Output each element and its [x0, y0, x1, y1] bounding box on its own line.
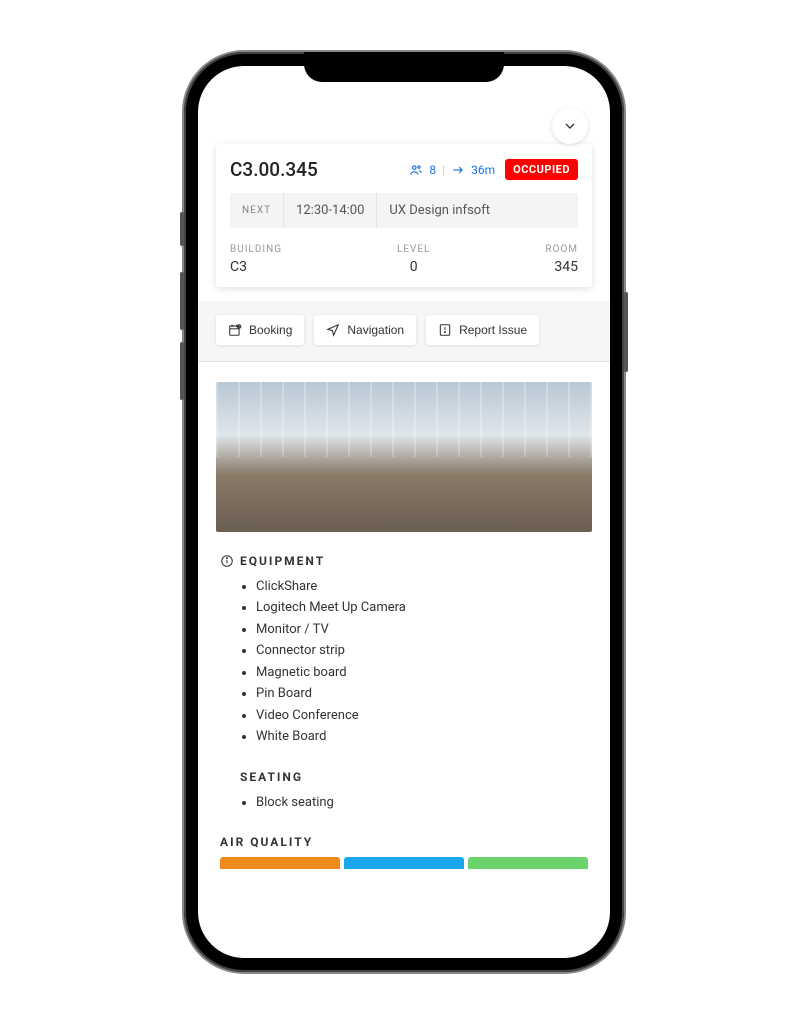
list-item: White Board: [256, 726, 588, 747]
equipment-section: EQUIPMENT ClickShare Logitech Meet Up Ca…: [216, 554, 592, 748]
list-item: Video Conference: [256, 705, 588, 726]
booking-button[interactable]: Booking: [216, 315, 304, 345]
room-value: 345: [545, 259, 578, 275]
next-time: 12:30-14:00: [284, 193, 377, 228]
room-card: C3.00.345 8 | 36m OCCUPIED NEXT 12:30-14…: [216, 144, 592, 287]
room-id: C3.00.345: [230, 158, 399, 181]
info-icon: [220, 554, 234, 568]
list-item: ClickShare: [256, 576, 588, 597]
distance-value: 36m: [471, 163, 495, 177]
building-value: C3: [230, 259, 282, 275]
location-row: BUILDING C3 LEVEL 0 ROOM 345: [230, 244, 578, 275]
room-label: ROOM: [545, 244, 578, 255]
booking-label: Booking: [249, 323, 292, 337]
capacity-value: 8: [429, 163, 436, 177]
air-bar-orange: [220, 857, 340, 869]
list-item: Connector strip: [256, 640, 588, 661]
next-title: UX Design infsoft: [377, 193, 578, 228]
air-quality-section: AIR QUALITY: [216, 835, 592, 869]
action-row: Booking Navigation Report Issue: [198, 301, 610, 362]
equipment-title: EQUIPMENT: [240, 554, 325, 568]
air-bar-green: [468, 857, 588, 869]
status-badge: OCCUPIED: [505, 159, 578, 180]
air-bar-blue: [344, 857, 464, 869]
app-screen: C3.00.345 8 | 36m OCCUPIED NEXT 12:30-14…: [198, 66, 610, 958]
report-issue-button[interactable]: Report Issue: [426, 315, 539, 345]
list-item: Logitech Meet Up Camera: [256, 597, 588, 618]
side-button: [624, 292, 628, 372]
navigation-button[interactable]: Navigation: [314, 315, 416, 345]
meta-divider: |: [442, 163, 445, 177]
navigation-icon: [326, 323, 340, 337]
people-icon: [409, 163, 423, 177]
building-label: BUILDING: [230, 244, 282, 255]
side-button: [180, 212, 184, 246]
list-item: Monitor / TV: [256, 619, 588, 640]
list-item: Magnetic board: [256, 662, 588, 683]
list-item: Block seating: [256, 792, 588, 813]
air-quality-title: AIR QUALITY: [220, 835, 313, 849]
level-label: LEVEL: [397, 244, 431, 255]
chevron-down-icon: [562, 118, 578, 134]
phone-frame: C3.00.345 8 | 36m OCCUPIED NEXT 12:30-14…: [184, 52, 624, 972]
side-button: [180, 342, 184, 400]
side-button: [180, 272, 184, 330]
seating-section: SEATING Block seating: [216, 770, 592, 813]
calendar-icon: [228, 323, 242, 337]
navigation-label: Navigation: [347, 323, 404, 337]
room-photo: [216, 382, 592, 532]
distance-icon: [451, 163, 465, 177]
report-icon: [438, 323, 452, 337]
list-item: Pin Board: [256, 683, 588, 704]
collapse-button[interactable]: [552, 108, 588, 144]
next-label: NEXT: [230, 193, 284, 228]
report-label: Report Issue: [459, 323, 527, 337]
seating-title: SEATING: [240, 770, 303, 784]
level-value: 0: [397, 259, 431, 275]
seating-list: Block seating: [220, 792, 588, 813]
phone-notch: [304, 52, 504, 82]
next-booking-row: NEXT 12:30-14:00 UX Design infsoft: [230, 193, 578, 228]
air-quality-bars: [220, 857, 588, 869]
equipment-list: ClickShare Logitech Meet Up Camera Monit…: [220, 576, 588, 748]
